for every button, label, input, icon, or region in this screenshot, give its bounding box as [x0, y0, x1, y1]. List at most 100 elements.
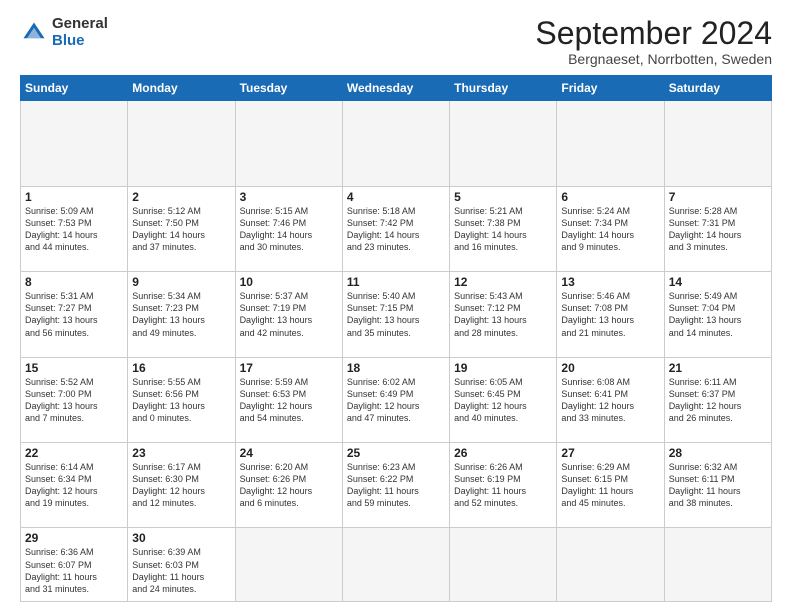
day-info: Sunrise: 6:20 AM Sunset: 6:26 PM Dayligh…: [240, 461, 338, 510]
day-number: 4: [347, 190, 445, 204]
calendar-cell: [557, 528, 664, 602]
day-number: 5: [454, 190, 552, 204]
column-header-wednesday: Wednesday: [342, 76, 449, 101]
day-info: Sunrise: 6:36 AM Sunset: 6:07 PM Dayligh…: [25, 546, 123, 595]
calendar-cell: 20Sunrise: 6:08 AM Sunset: 6:41 PM Dayli…: [557, 357, 664, 442]
day-number: 2: [132, 190, 230, 204]
day-info: Sunrise: 5:31 AM Sunset: 7:27 PM Dayligh…: [25, 290, 123, 339]
day-number: 18: [347, 361, 445, 375]
column-header-sunday: Sunday: [21, 76, 128, 101]
day-info: Sunrise: 5:59 AM Sunset: 6:53 PM Dayligh…: [240, 376, 338, 425]
calendar-cell: 14Sunrise: 5:49 AM Sunset: 7:04 PM Dayli…: [664, 272, 771, 357]
calendar-cell: 7Sunrise: 5:28 AM Sunset: 7:31 PM Daylig…: [664, 186, 771, 271]
day-number: 29: [25, 531, 123, 545]
day-info: Sunrise: 5:15 AM Sunset: 7:46 PM Dayligh…: [240, 205, 338, 254]
calendar-cell: 27Sunrise: 6:29 AM Sunset: 6:15 PM Dayli…: [557, 443, 664, 528]
column-header-monday: Monday: [128, 76, 235, 101]
day-info: Sunrise: 5:09 AM Sunset: 7:53 PM Dayligh…: [25, 205, 123, 254]
calendar-cell: 10Sunrise: 5:37 AM Sunset: 7:19 PM Dayli…: [235, 272, 342, 357]
calendar-cell: 12Sunrise: 5:43 AM Sunset: 7:12 PM Dayli…: [450, 272, 557, 357]
calendar-cell: 15Sunrise: 5:52 AM Sunset: 7:00 PM Dayli…: [21, 357, 128, 442]
day-info: Sunrise: 6:26 AM Sunset: 6:19 PM Dayligh…: [454, 461, 552, 510]
day-number: 1: [25, 190, 123, 204]
day-info: Sunrise: 5:40 AM Sunset: 7:15 PM Dayligh…: [347, 290, 445, 339]
calendar-cell: 2Sunrise: 5:12 AM Sunset: 7:50 PM Daylig…: [128, 186, 235, 271]
day-number: 21: [669, 361, 767, 375]
day-info: Sunrise: 6:14 AM Sunset: 6:34 PM Dayligh…: [25, 461, 123, 510]
day-info: Sunrise: 6:11 AM Sunset: 6:37 PM Dayligh…: [669, 376, 767, 425]
header: General Blue September 2024 Bergnaeset, …: [20, 16, 772, 67]
day-number: 11: [347, 275, 445, 289]
calendar-cell: 8Sunrise: 5:31 AM Sunset: 7:27 PM Daylig…: [21, 272, 128, 357]
day-info: Sunrise: 5:46 AM Sunset: 7:08 PM Dayligh…: [561, 290, 659, 339]
logo-text: General Blue: [52, 16, 108, 49]
day-number: 20: [561, 361, 659, 375]
calendar-cell: 19Sunrise: 6:05 AM Sunset: 6:45 PM Dayli…: [450, 357, 557, 442]
calendar-cell: [557, 101, 664, 186]
day-info: Sunrise: 6:32 AM Sunset: 6:11 PM Dayligh…: [669, 461, 767, 510]
calendar-header-row: SundayMondayTuesdayWednesdayThursdayFrid…: [21, 76, 772, 101]
calendar-cell: [342, 101, 449, 186]
calendar-cell: 18Sunrise: 6:02 AM Sunset: 6:49 PM Dayli…: [342, 357, 449, 442]
day-info: Sunrise: 6:17 AM Sunset: 6:30 PM Dayligh…: [132, 461, 230, 510]
calendar-week-row: 1Sunrise: 5:09 AM Sunset: 7:53 PM Daylig…: [21, 186, 772, 271]
logo-icon: [20, 19, 48, 47]
day-info: Sunrise: 5:34 AM Sunset: 7:23 PM Dayligh…: [132, 290, 230, 339]
day-info: Sunrise: 6:02 AM Sunset: 6:49 PM Dayligh…: [347, 376, 445, 425]
calendar-cell: 28Sunrise: 6:32 AM Sunset: 6:11 PM Dayli…: [664, 443, 771, 528]
page: General Blue September 2024 Bergnaeset, …: [0, 0, 792, 612]
day-number: 15: [25, 361, 123, 375]
day-number: 26: [454, 446, 552, 460]
day-info: Sunrise: 5:37 AM Sunset: 7:19 PM Dayligh…: [240, 290, 338, 339]
day-info: Sunrise: 5:21 AM Sunset: 7:38 PM Dayligh…: [454, 205, 552, 254]
logo-general-text: General: [52, 16, 108, 33]
calendar-cell: [450, 528, 557, 602]
day-number: 30: [132, 531, 230, 545]
calendar-cell: [450, 101, 557, 186]
calendar-cell: [235, 528, 342, 602]
day-number: 22: [25, 446, 123, 460]
calendar-cell: 4Sunrise: 5:18 AM Sunset: 7:42 PM Daylig…: [342, 186, 449, 271]
calendar-week-row: 8Sunrise: 5:31 AM Sunset: 7:27 PM Daylig…: [21, 272, 772, 357]
calendar-cell: [664, 101, 771, 186]
day-number: 24: [240, 446, 338, 460]
day-info: Sunrise: 6:05 AM Sunset: 6:45 PM Dayligh…: [454, 376, 552, 425]
calendar-cell: [235, 101, 342, 186]
day-number: 25: [347, 446, 445, 460]
day-number: 10: [240, 275, 338, 289]
logo-blue-text: Blue: [52, 33, 108, 50]
day-info: Sunrise: 5:43 AM Sunset: 7:12 PM Dayligh…: [454, 290, 552, 339]
day-number: 17: [240, 361, 338, 375]
calendar-week-row: [21, 101, 772, 186]
column-header-saturday: Saturday: [664, 76, 771, 101]
day-info: Sunrise: 6:29 AM Sunset: 6:15 PM Dayligh…: [561, 461, 659, 510]
calendar-cell: 9Sunrise: 5:34 AM Sunset: 7:23 PM Daylig…: [128, 272, 235, 357]
column-header-friday: Friday: [557, 76, 664, 101]
day-number: 19: [454, 361, 552, 375]
day-info: Sunrise: 6:23 AM Sunset: 6:22 PM Dayligh…: [347, 461, 445, 510]
calendar-week-row: 29Sunrise: 6:36 AM Sunset: 6:07 PM Dayli…: [21, 528, 772, 602]
calendar-cell: 16Sunrise: 5:55 AM Sunset: 6:56 PM Dayli…: [128, 357, 235, 442]
title-block: September 2024 Bergnaeset, Norrbotten, S…: [535, 16, 772, 67]
day-number: 14: [669, 275, 767, 289]
day-number: 13: [561, 275, 659, 289]
day-number: 28: [669, 446, 767, 460]
day-info: Sunrise: 5:55 AM Sunset: 6:56 PM Dayligh…: [132, 376, 230, 425]
day-number: 6: [561, 190, 659, 204]
calendar-cell: 26Sunrise: 6:26 AM Sunset: 6:19 PM Dayli…: [450, 443, 557, 528]
calendar-week-row: 22Sunrise: 6:14 AM Sunset: 6:34 PM Dayli…: [21, 443, 772, 528]
calendar-cell: 25Sunrise: 6:23 AM Sunset: 6:22 PM Dayli…: [342, 443, 449, 528]
calendar-cell: 22Sunrise: 6:14 AM Sunset: 6:34 PM Dayli…: [21, 443, 128, 528]
calendar-cell: 24Sunrise: 6:20 AM Sunset: 6:26 PM Dayli…: [235, 443, 342, 528]
calendar-cell: 29Sunrise: 6:36 AM Sunset: 6:07 PM Dayli…: [21, 528, 128, 602]
day-info: Sunrise: 5:12 AM Sunset: 7:50 PM Dayligh…: [132, 205, 230, 254]
calendar-table: SundayMondayTuesdayWednesdayThursdayFrid…: [20, 75, 772, 602]
day-number: 8: [25, 275, 123, 289]
day-info: Sunrise: 6:39 AM Sunset: 6:03 PM Dayligh…: [132, 546, 230, 595]
calendar-cell: 11Sunrise: 5:40 AM Sunset: 7:15 PM Dayli…: [342, 272, 449, 357]
day-number: 3: [240, 190, 338, 204]
day-number: 9: [132, 275, 230, 289]
calendar-cell: 21Sunrise: 6:11 AM Sunset: 6:37 PM Dayli…: [664, 357, 771, 442]
calendar-cell: 13Sunrise: 5:46 AM Sunset: 7:08 PM Dayli…: [557, 272, 664, 357]
main-title: September 2024: [535, 16, 772, 51]
